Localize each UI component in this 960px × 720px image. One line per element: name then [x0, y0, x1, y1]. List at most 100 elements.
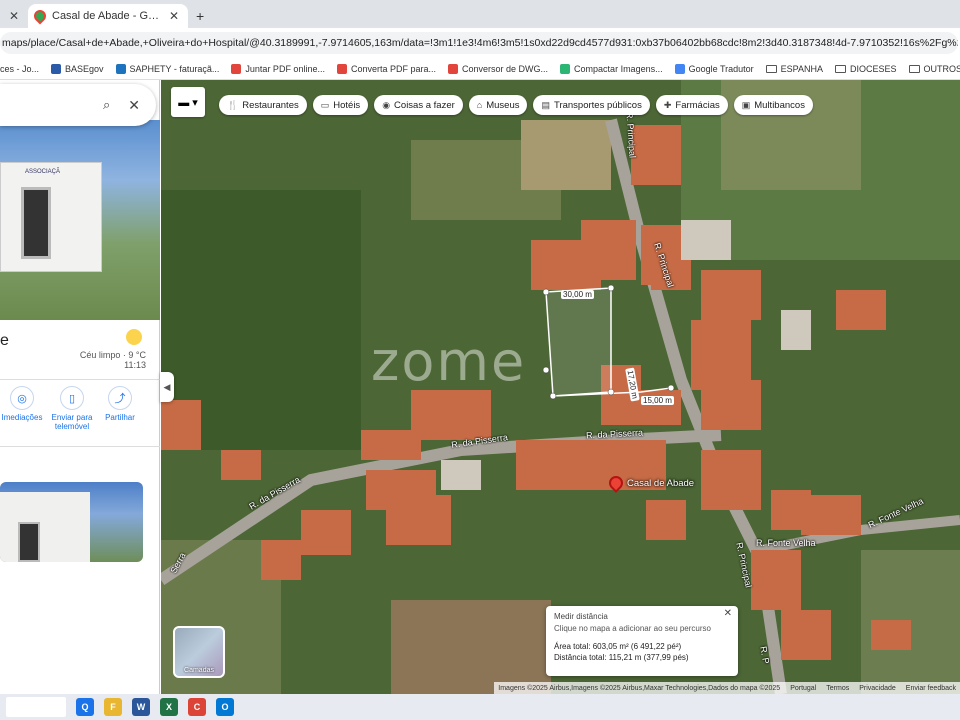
chip-label: Museus [486, 99, 520, 111]
collapse-panel-button[interactable]: ◀ [160, 372, 174, 402]
place-title: e [0, 332, 9, 349]
place-label[interactable]: Casal de Abade [627, 478, 694, 489]
train-icon: ▤ [541, 99, 550, 110]
bookmark-item[interactable]: Juntar PDF online... [231, 63, 325, 74]
bookmark-item[interactable]: ces - Jo... [0, 64, 39, 74]
measure-distance: Distância total: 115,21 m (377,99 pés) [554, 653, 689, 662]
bookmark-label: Converta PDF para... [350, 63, 437, 74]
layers-button[interactable]: Camadas [173, 626, 225, 678]
maps-favicon-icon [31, 7, 49, 25]
new-tab-button[interactable]: + [188, 4, 212, 28]
pdf-icon [448, 63, 459, 74]
satellite-imagery [161, 80, 960, 694]
bookmark-label: OUTROS CONCUR... [923, 63, 960, 74]
building-image [0, 492, 90, 562]
translate-icon [674, 63, 685, 74]
bookmark-label: Juntar PDF online... [245, 63, 325, 74]
chip-multibancos[interactable]: ▣ Multibancos [733, 95, 813, 115]
weather-condition: Céu limpo · 9 °C [79, 350, 146, 360]
measure-distance-card: ✕ Medir distância Clique no mapa a adici… [546, 606, 738, 676]
bed-icon: ▭ [320, 99, 330, 110]
bookmark-item[interactable]: DIOCESES [835, 64, 897, 74]
share-button[interactable]: ⤴ Partilhar [90, 386, 150, 422]
outlook-icon[interactable]: O [216, 698, 234, 716]
atm-icon: ▣ [741, 99, 751, 110]
bookmark-item[interactable]: ESPANHA [765, 63, 823, 74]
bookmark-item[interactable]: SAPHETY - faturaçã... [115, 63, 219, 74]
building-sign: ASSOCIAÇÃ [25, 169, 61, 175]
close-tab-icon[interactable]: ✕ [166, 9, 182, 23]
address-bar: maps/place/Casal+de+Abade,+Oliveira+do+H… [0, 28, 960, 58]
bookmark-item[interactable]: OUTROS CONCUR... [908, 63, 960, 74]
bookmark-item[interactable]: BASEgov [51, 63, 104, 74]
attribution-item[interactable]: Enviar feedback [906, 685, 956, 692]
action-buttons: ◎ Imediações ▯ Enviar para telemóvel ⤴ P… [0, 386, 160, 446]
chip-coisas-a-fazer[interactable]: ◉ Coisas a fazer [374, 95, 463, 115]
chrome-icon[interactable]: C [188, 698, 206, 716]
attribution-item[interactable]: Privacidade [859, 685, 896, 692]
search-app-icon[interactable]: Q [76, 698, 94, 716]
nearby-icon: ◎ [10, 386, 34, 410]
attribution-item[interactable]: Portugal [790, 685, 816, 692]
building-image: ASSOCIAÇÃ [0, 162, 102, 272]
watermark-text: zome [371, 330, 527, 393]
attribution-item: Imagens ©2025 Airbus,Imagens ©2025 Airbu… [498, 684, 781, 692]
word-icon[interactable]: W [132, 698, 150, 716]
close-icon[interactable]: ✕ [724, 608, 732, 619]
attribution-item[interactable]: Termos [826, 685, 849, 692]
sun-icon [126, 329, 142, 345]
bookmark-label: BASEgov [65, 63, 104, 74]
chip-hotéis[interactable]: ▭ Hotéis [312, 95, 369, 115]
bookmark-item[interactable]: Compactar Imagens... [560, 63, 663, 74]
bookmark-item[interactable]: Converta PDF para... [336, 63, 437, 74]
nearby-label: Imediações [1, 413, 43, 422]
tab-title: Casal de Abade - Google Maps [52, 10, 160, 22]
bookmark-item[interactable]: Google Tradutor [674, 63, 754, 74]
previous-tab[interactable]: ✕ [0, 4, 28, 28]
tab-google-maps[interactable]: Casal de Abade - Google Maps ✕ [28, 4, 188, 28]
compress-icon [560, 63, 571, 74]
taskbar-search[interactable] [6, 697, 66, 717]
bookmark-label: ESPANHA [780, 63, 823, 74]
measure-segment-label: 15,00 m [641, 396, 674, 405]
excel-icon[interactable]: X [160, 698, 178, 716]
satellite-map[interactable]: zome ▬ ▾ 🍴 Restaurantes ▭ Hotéis ◉ Coisas a f… [161, 80, 960, 694]
chip-label: Farmácias [675, 99, 720, 111]
send-to-phone-label: Enviar para telemóvel [51, 413, 93, 431]
chip-restaurantes[interactable]: 🍴 Restaurantes [219, 95, 307, 115]
taskbar: QFWXCO [0, 694, 960, 720]
search-icon[interactable]: ⌕ [103, 97, 110, 113]
chip-label: Hotéis [333, 99, 361, 111]
file-explorer-icon[interactable]: F [104, 698, 122, 716]
place-photo-thumbnail[interactable] [0, 482, 143, 562]
chip-label: Coisas a fazer [394, 99, 455, 111]
chip-farmácias[interactable]: ✚ Farmácias [655, 95, 728, 115]
category-chips: 🍴 Restaurantes ▭ Hotéis ◉ Coisas a fazer ⌂ Muse… [219, 95, 813, 115]
map-attribution: Imagens ©2025 Airbus,Imagens ©2025 Airbu… [494, 682, 960, 694]
phone-icon: ▯ [60, 386, 84, 410]
divider [0, 446, 160, 447]
close-icon[interactable]: ✕ [128, 97, 140, 114]
measure-title: Medir distância [554, 612, 608, 621]
street-label-fonte-velha: R. Fonte Velha [756, 538, 816, 548]
chip-transportes-públicos[interactable]: ▤ Transportes públicos [533, 95, 650, 115]
map-menu-button[interactable]: ▬ ▾ [171, 87, 205, 117]
base-icon [51, 63, 62, 74]
bookmark-label: DIOCESES [850, 63, 897, 74]
place-panel: ASSOCIAÇÃ ⌕ ✕ e Céu limpo · 9 °C 11:13 ◎… [0, 80, 160, 694]
close-tab-icon[interactable]: ✕ [6, 9, 22, 23]
bookmark-label: ces - Jo... [0, 63, 40, 74]
pharmacy-icon: ✚ [663, 99, 672, 110]
chip-museus[interactable]: ⌂ Museus [468, 95, 528, 115]
search-box[interactable]: ⌕ ✕ [0, 84, 156, 126]
folder-icon [908, 64, 920, 73]
bookmarks-bar: ces - Jo... BASEgov SAPHETY - faturaçã... J… [0, 58, 960, 80]
camera-icon: ◉ [382, 99, 391, 110]
place-photo[interactable]: ASSOCIAÇÃ [0, 120, 160, 320]
chip-label: Restaurantes [242, 99, 299, 111]
museum-icon: ⌂ [476, 100, 483, 110]
url-input[interactable]: maps/place/Casal+de+Abade,+Oliveira+do+H… [0, 32, 958, 54]
browser-tab-bar: ✕ Casal de Abade - Google Maps ✕ + [0, 0, 960, 28]
bookmark-item[interactable]: Conversor de DWG... [448, 63, 548, 74]
share-label: Partilhar [105, 413, 135, 422]
